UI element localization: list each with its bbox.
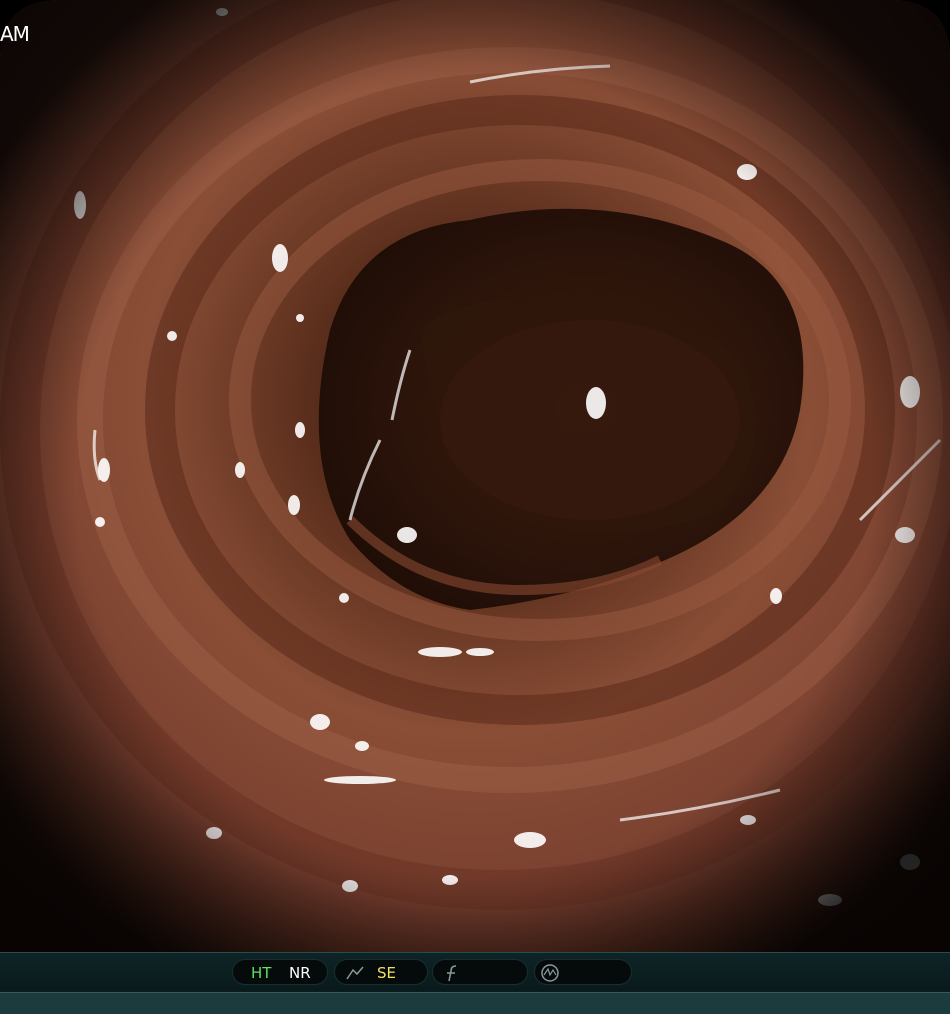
nr-label: NR bbox=[289, 964, 311, 982]
endoscope-frame: AM HT NR SE bbox=[0, 0, 950, 1014]
ht-nr-indicator: HT NR bbox=[232, 959, 328, 985]
waveform-indicator bbox=[534, 959, 632, 985]
f-stroke-icon bbox=[443, 960, 461, 994]
se-indicator: SE bbox=[334, 959, 428, 985]
time-overlay-text: AM bbox=[0, 22, 30, 46]
f-indicator bbox=[432, 959, 528, 985]
waveform-circle-icon bbox=[539, 960, 561, 994]
endoscopy-image bbox=[0, 0, 950, 952]
status-bar: HT NR SE bbox=[0, 952, 950, 1014]
se-label: SE bbox=[377, 964, 396, 982]
ht-label: HT bbox=[251, 964, 272, 982]
contrast-curve-icon bbox=[345, 960, 365, 994]
status-bar-lower-strip bbox=[0, 992, 950, 1014]
